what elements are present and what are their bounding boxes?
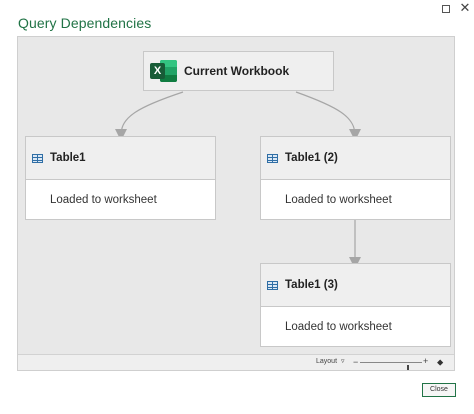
excel-icon: X	[150, 59, 178, 83]
node-label: Current Workbook	[184, 64, 290, 78]
status-bar: Layout ▿ − + ⬥	[18, 354, 454, 370]
node-header: Table1 (2)	[261, 137, 450, 180]
node-status: Loaded to worksheet	[285, 193, 392, 206]
node-header: Table1 (3)	[261, 264, 450, 307]
table-icon	[267, 280, 278, 290]
node-current-workbook[interactable]: X Current Workbook	[143, 51, 334, 91]
node-title: Table1 (3)	[285, 279, 338, 291]
layout-label: Layout	[316, 358, 338, 365]
connector-root-to-table1	[115, 91, 184, 141]
zoom-out-button[interactable]: −	[353, 357, 358, 367]
node-title: Table1	[50, 152, 86, 164]
close-icon: ✕	[459, 0, 471, 15]
query-dependencies-window: Query Dependencies ✕ X Current Workbook	[0, 0, 474, 414]
zoom-slider-thumb[interactable]	[407, 365, 409, 370]
table-icon	[267, 153, 278, 163]
zoom-slider[interactable]	[360, 362, 422, 370]
node-header: Table1	[26, 137, 215, 180]
connector-root-to-table1-2	[295, 91, 361, 141]
dependency-canvas[interactable]: X Current Workbook Table1 Loaded to work…	[17, 36, 455, 371]
node-table1-3[interactable]: Table1 (3) Loaded to worksheet	[260, 263, 451, 347]
node-table1-2[interactable]: Table1 (2) Loaded to worksheet	[260, 136, 451, 220]
table-icon	[32, 153, 43, 163]
zoom-in-button[interactable]: +	[423, 356, 428, 366]
node-title: Table1 (2)	[285, 152, 338, 164]
node-status: Loaded to worksheet	[50, 193, 157, 206]
maximize-button[interactable]	[436, 0, 456, 18]
fit-to-screen-icon[interactable]: ⬥	[437, 357, 443, 368]
layout-dropdown-icon[interactable]: ▿	[341, 357, 345, 365]
node-table1[interactable]: Table1 Loaded to worksheet	[25, 136, 216, 220]
close-window-button[interactable]: ✕	[455, 0, 474, 18]
close-button[interactable]: Close	[422, 383, 456, 397]
node-status: Loaded to worksheet	[285, 320, 392, 333]
window-title: Query Dependencies	[18, 15, 152, 31]
maximize-icon	[442, 5, 450, 13]
